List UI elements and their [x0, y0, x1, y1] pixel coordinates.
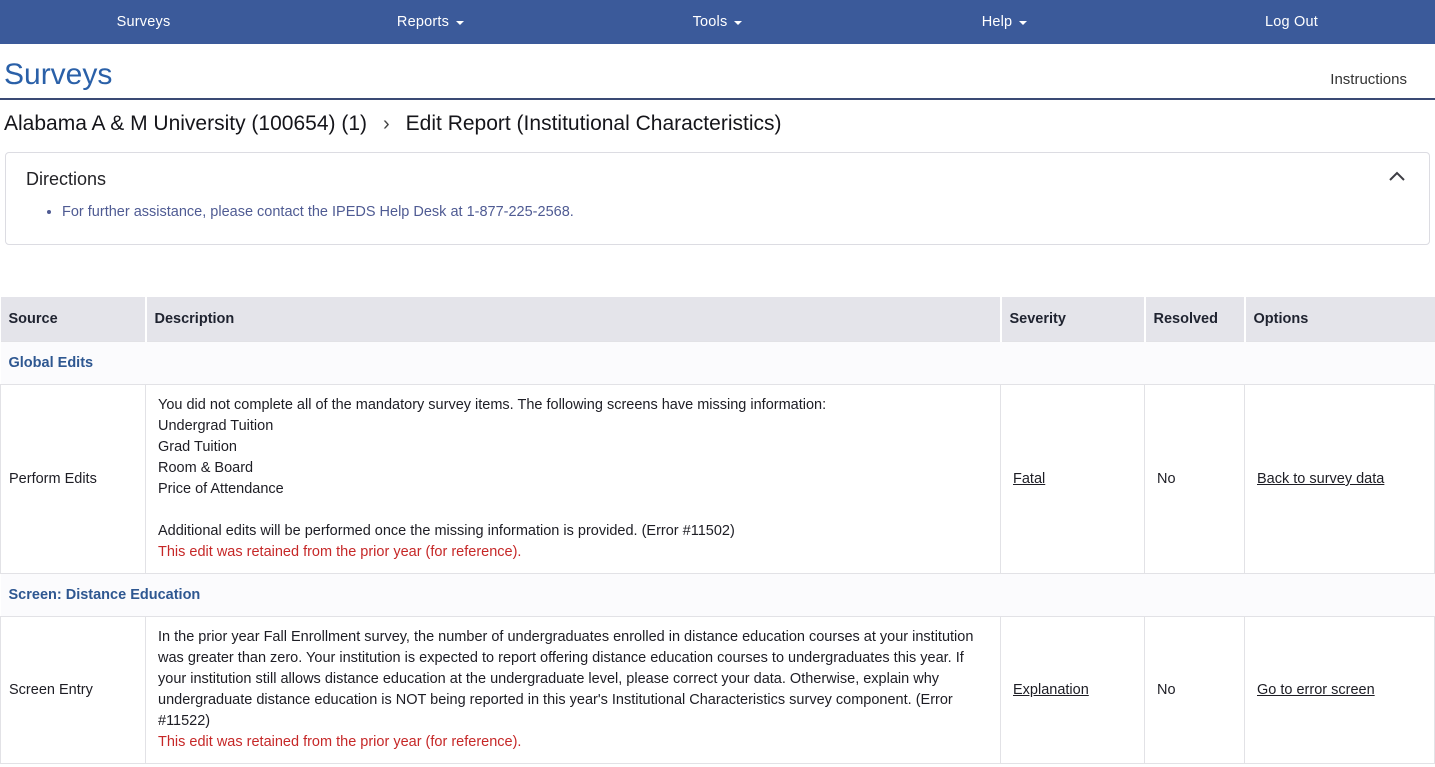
nav-item-help[interactable]: Help [861, 0, 1148, 44]
page-title: Surveys [4, 58, 112, 92]
nav-item-surveys[interactable]: Surveys [0, 0, 287, 44]
description-line: Room & Board [158, 458, 988, 479]
instructions-link[interactable]: Instructions [1330, 71, 1407, 92]
description-cell: In the prior year Fall Enrollment survey… [146, 617, 1001, 764]
directions-list: For further assistance, please contact t… [62, 204, 1409, 220]
options-cell: Go to error screen [1245, 617, 1435, 764]
nav-item-reports[interactable]: Reports [287, 0, 574, 44]
table-header-row: Source Description Severity Resolved Opt… [1, 297, 1435, 342]
nav-item-tools[interactable]: Tools [574, 0, 861, 44]
chevron-down-icon [1019, 21, 1027, 29]
column-header-severity: Severity [1001, 297, 1145, 342]
column-header-options: Options [1245, 297, 1435, 342]
section-row: Global Edits [1, 342, 1435, 385]
edit-row: Perform Edits You did not complete all of… [1, 385, 1435, 574]
column-header-resolved: Resolved [1145, 297, 1245, 342]
severity-link[interactable]: Fatal [1013, 471, 1045, 487]
nav-item-label: Tools [693, 14, 728, 30]
description-line: Additional edits will be performed once … [158, 521, 988, 542]
breadcrumb-page: Edit Report (Institutional Characteristi… [406, 112, 782, 136]
edit-row: Screen EntryIn the prior year Fall Enrol… [1, 617, 1435, 764]
column-header-description: Description [146, 297, 1001, 342]
description-line: You did not complete all of the mandator… [158, 395, 988, 416]
severity-cell: Explanation [1001, 617, 1145, 764]
breadcrumb-institution: Alabama A & M University (100654) (1) [4, 112, 367, 136]
directions-bullet: For further assistance, please contact t… [62, 204, 1409, 220]
option-link[interactable]: Back to survey data [1257, 471, 1384, 487]
nav-item-label: Surveys [117, 14, 171, 30]
chevron-down-icon [734, 21, 742, 29]
description-line: Undergrad Tuition [158, 416, 988, 437]
section-row: Screen: Distance Education [1, 574, 1435, 617]
options-cell: Back to survey data [1245, 385, 1435, 574]
nav-item-label: Log Out [1265, 14, 1318, 30]
resolved-cell: No [1145, 385, 1245, 574]
retained-note: This edit was retained from the prior ye… [158, 732, 988, 753]
chevron-up-icon [1387, 170, 1407, 187]
description-line [158, 500, 988, 521]
nav-item-label: Reports [397, 14, 449, 30]
description-line: Price of Attendance [158, 479, 988, 500]
nav-item-label: Help [982, 14, 1013, 30]
source-cell: Perform Edits [1, 385, 146, 574]
option-link[interactable]: Go to error screen [1257, 682, 1375, 698]
breadcrumb-separator-icon: › [383, 111, 390, 136]
description-cell: You did not complete all of the mandator… [146, 385, 1001, 574]
directions-panel: Directions For further assistance, pleas… [5, 152, 1430, 245]
edits-table-body: Global EditsPerform Edits You did not com… [1, 342, 1435, 764]
page-header: Surveys Instructions [0, 44, 1435, 100]
section-title: Global Edits [1, 342, 1435, 385]
breadcrumb: Alabama A & M University (100654) (1) › … [0, 100, 1435, 148]
resolved-cell: No [1145, 617, 1245, 764]
nav-item-log-out[interactable]: Log Out [1148, 0, 1435, 44]
source-cell: Screen Entry [1, 617, 146, 764]
section-title: Screen: Distance Education [1, 574, 1435, 617]
directions-title: Directions [26, 169, 1409, 190]
description-line: In the prior year Fall Enrollment survey… [158, 627, 988, 732]
retained-note: This edit was retained from the prior ye… [158, 542, 988, 563]
column-header-source: Source [1, 297, 146, 342]
chevron-down-icon [456, 21, 464, 29]
edits-table: Source Description Severity Resolved Opt… [0, 297, 1435, 764]
severity-cell: Fatal [1001, 385, 1145, 574]
collapse-directions-button[interactable] [1387, 169, 1407, 183]
severity-link[interactable]: Explanation [1013, 682, 1089, 698]
top-nav: Surveys Reports Tools Help Log Out [0, 0, 1435, 44]
description-line: Grad Tuition [158, 437, 988, 458]
